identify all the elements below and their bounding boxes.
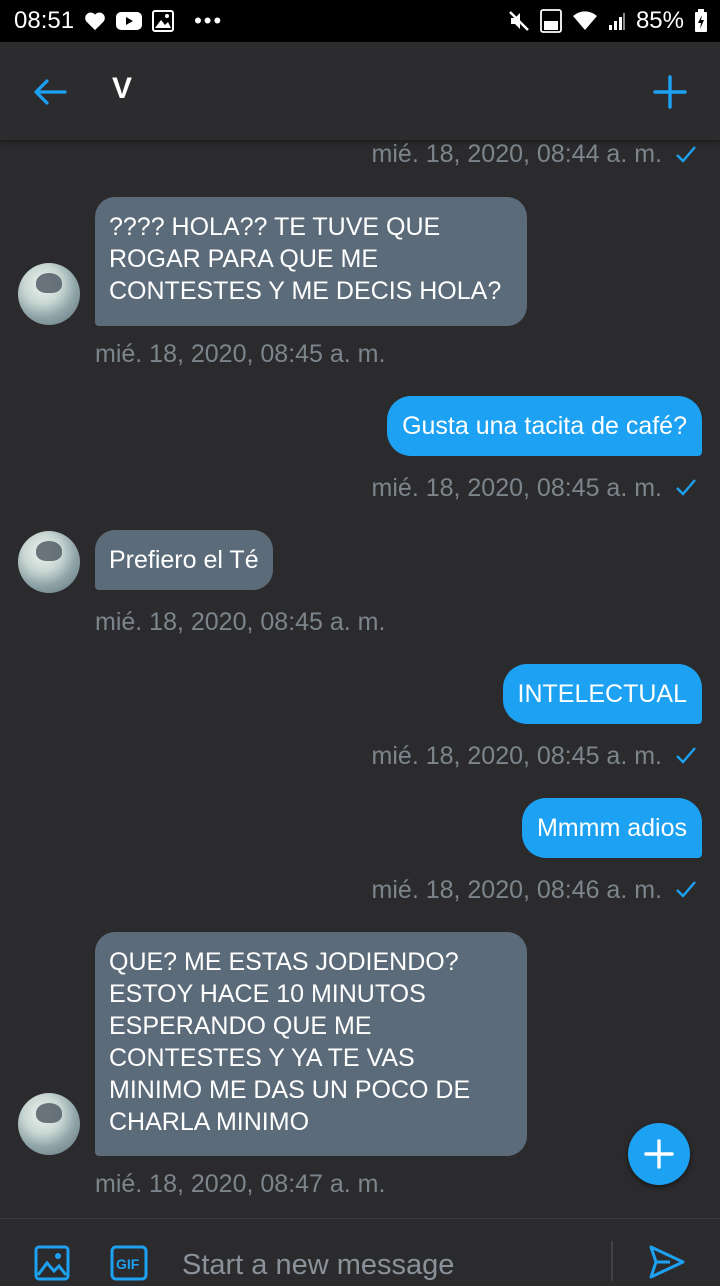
- back-arrow-icon: [34, 79, 67, 105]
- gallery-icon: [152, 10, 175, 32]
- check-icon: [676, 479, 696, 496]
- more-dots-icon: •••: [194, 8, 224, 33]
- check-icon: [676, 747, 696, 764]
- status-time: 08:51: [14, 7, 75, 34]
- mute-icon: [508, 10, 530, 32]
- incoming-message-bubble[interactable]: ???? HOLA?? TE TUVE QUE ROGAR PARA QUE M…: [95, 197, 527, 326]
- youtube-icon: [116, 11, 143, 31]
- send-icon: [649, 1245, 685, 1279]
- avatar[interactable]: [18, 263, 80, 325]
- conversation-header: V: [0, 42, 720, 140]
- heart-icon: [84, 11, 106, 31]
- outgoing-message-bubble[interactable]: Mmmm adios: [521, 798, 702, 858]
- outgoing-message-bubble[interactable]: Gusta una tacita de café?: [387, 396, 702, 456]
- plus-icon: [644, 1139, 674, 1169]
- check-icon: [676, 146, 696, 163]
- message-timestamp: mié. 18, 2020, 08:45 a. m.: [371, 742, 662, 770]
- image-icon: [34, 1245, 70, 1281]
- message-timestamp: mié. 18, 2020, 08:45 a. m.: [371, 474, 662, 502]
- gif-label: GIF: [116, 1256, 140, 1272]
- message-input[interactable]: [182, 1245, 582, 1285]
- avatar[interactable]: [18, 1093, 80, 1155]
- composer-divider: [611, 1241, 613, 1281]
- message-timestamp: mié. 18, 2020, 08:45 a. m.: [95, 340, 386, 368]
- back-button[interactable]: [30, 72, 70, 112]
- message-timestamp: mié. 18, 2020, 08:44 a. m.: [371, 140, 662, 168]
- battery-icon: [694, 9, 708, 33]
- message-timestamp: mié. 18, 2020, 08:45 a. m.: [95, 608, 386, 636]
- avatar[interactable]: [18, 531, 80, 593]
- battery-percentage: 85%: [635, 7, 684, 34]
- signal-icon: [608, 11, 626, 31]
- message-list[interactable]: mié. 18, 2020, 08:44 a. m. ???? HOLA?? T…: [0, 140, 720, 1218]
- wifi-icon: [572, 11, 598, 31]
- plus-icon: [653, 75, 687, 109]
- message-timestamp: mié. 18, 2020, 08:46 a. m.: [371, 876, 662, 904]
- outgoing-message-bubble[interactable]: INTELECTUAL: [502, 664, 702, 724]
- volte-icon: [540, 9, 562, 33]
- check-icon: [676, 881, 696, 898]
- message-composer: GIF: [0, 1218, 720, 1285]
- add-participant-button[interactable]: [648, 70, 692, 114]
- message-timestamp: mié. 18, 2020, 08:47 a. m.: [95, 1170, 386, 1198]
- incoming-message-bubble[interactable]: Prefiero el Té: [95, 530, 273, 590]
- conversation-title: V: [112, 72, 133, 105]
- incoming-message-bubble[interactable]: QUE? ME ESTAS JODIENDO? ESTOY HACE 10 MI…: [95, 932, 527, 1156]
- compose-fab-button[interactable]: [628, 1123, 690, 1185]
- status-bar: 08:51 ••• 85%: [0, 0, 720, 42]
